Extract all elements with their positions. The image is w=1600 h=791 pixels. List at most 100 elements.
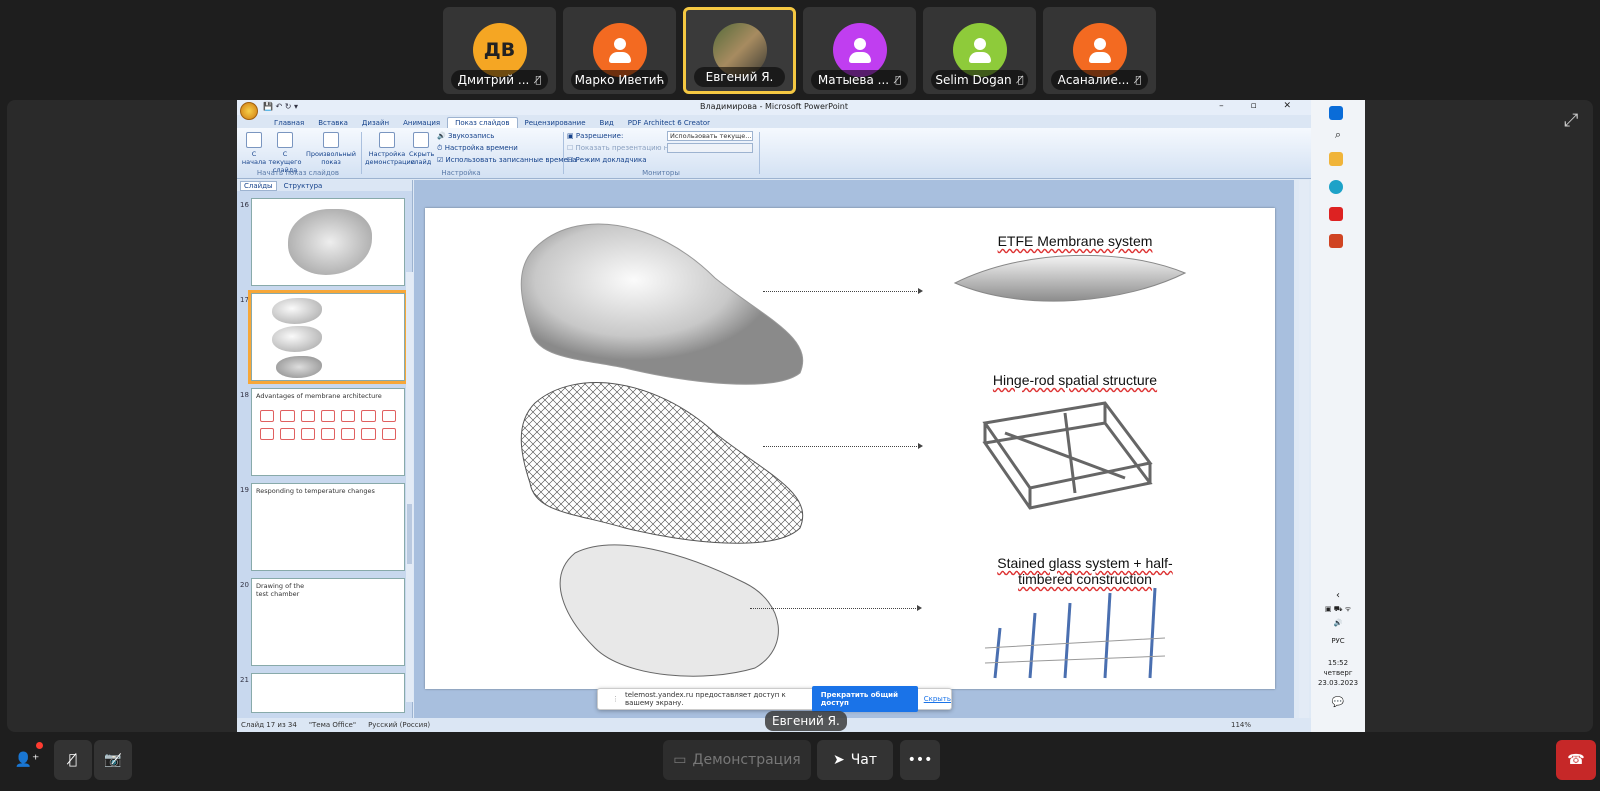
demonstration-button[interactable]: ▭ Демонстрация <box>663 740 811 780</box>
use-timings-checkbox[interactable]: ☑ Использовать записанные времена <box>437 156 577 164</box>
zoom-level[interactable]: 114% <box>1231 721 1251 729</box>
plan-image <box>276 356 322 378</box>
tab-animation[interactable]: Анимация <box>396 118 447 128</box>
clock-date: 23.03.2023 <box>1317 679 1359 687</box>
participant-tile[interactable]: Асаналие... 🎙̸ <box>1043 7 1156 94</box>
participant-tile[interactable]: Матыева ... 🎙̸ <box>803 7 916 94</box>
participant-name: Евгений Я. <box>705 70 774 84</box>
edge-icon[interactable] <box>1329 180 1343 194</box>
slide-scrollbar[interactable] <box>1299 180 1309 718</box>
powerpoint-icon[interactable] <box>1329 234 1343 248</box>
option-label: Использовать записанные времена <box>445 156 577 164</box>
tab-review[interactable]: Рецензирование <box>518 118 593 128</box>
slide-counter: Слайд 17 из 34 <box>241 721 297 729</box>
file-explorer-icon[interactable] <box>1329 152 1343 166</box>
participant-tile[interactable]: Selim Dogan 🎙̸ <box>923 7 1036 94</box>
group-divider <box>563 132 564 174</box>
show-on-label: ☐ Показать презентацию на: <box>567 144 675 152</box>
more-dots-icon: ••• <box>907 752 933 768</box>
group-label-monitors: Мониторы <box>642 169 680 177</box>
add-participant-button[interactable]: 👤⁺ <box>8 740 46 780</box>
mic-off-icon: 🎙̸ <box>1017 74 1024 86</box>
fullscreen-icon[interactable]: ⤢ <box>1564 110 1578 131</box>
tab-insert[interactable]: Вставка <box>311 118 355 128</box>
notifications-icon[interactable]: 💬 <box>1311 697 1365 708</box>
person-icon <box>607 37 633 63</box>
theme-name: "Тема Office" <box>308 721 357 729</box>
timings-option[interactable]: ⏱ Настройка времени <box>437 144 518 153</box>
button-label: Демонстрация <box>692 752 801 768</box>
record-option[interactable]: 🔊 Звукозапись <box>437 132 494 140</box>
shared-powerpoint-window[interactable]: 💾 ↶ ↻ ▾ Владимирова - Microsoft PowerPoi… <box>237 100 1311 732</box>
ribbon-tabs: Главная Вставка Дизайн Анимация Показ сл… <box>237 115 1311 128</box>
tab-view[interactable]: Вид <box>593 118 621 128</box>
slide-thumbnail[interactable] <box>251 198 405 286</box>
thumb-title: Drawing of the test chamber <box>256 582 305 598</box>
acrobat-icon[interactable] <box>1329 207 1343 221</box>
group-label-start: Начать показ слайдов <box>256 169 340 177</box>
panel-scrollbar[interactable] <box>406 272 413 702</box>
drag-handle-icon[interactable]: ⋮ <box>612 695 619 703</box>
avatar <box>832 23 887 77</box>
chevron-up-icon[interactable]: ‹ <box>1311 590 1365 601</box>
icon-grid <box>256 410 400 440</box>
custom-show-button[interactable]: Произвольный показ <box>305 132 357 166</box>
end-call-button[interactable]: ☎ <box>1556 740 1596 780</box>
current-slide[interactable]: ETFE Membrane system Hinge-rod spatial s… <box>425 208 1275 689</box>
slideshow-current-icon <box>277 132 293 148</box>
tab-slideshow[interactable]: Показ слайдов <box>447 117 518 128</box>
participant-name: Марко Иветић <box>574 73 665 87</box>
mic-off-icon: 🎙̸ <box>895 74 902 86</box>
stop-sharing-button[interactable]: Прекратить общий доступ <box>811 686 918 712</box>
input-language[interactable]: РУС <box>1311 637 1365 645</box>
slide-thumbnail-selected[interactable] <box>248 290 408 384</box>
chat-button[interactable]: ➤ Чат <box>817 740 893 780</box>
tray-icons[interactable]: ▣ ⛟ ᯤ <box>1311 605 1365 614</box>
mic-toggle-button[interactable]: 🎙̸ <box>54 740 92 780</box>
button-label: Настройка демонстрации <box>365 150 415 166</box>
tab-design[interactable]: Дизайн <box>355 118 396 128</box>
slide-thumbnail[interactable]: Advantages of membrane architecture <box>251 388 405 476</box>
windows-start-icon[interactable] <box>1329 106 1343 120</box>
tab-pdf-architect[interactable]: PDF Architect 6 Creator <box>621 118 717 128</box>
from-start-button[interactable]: С начала <box>241 132 267 166</box>
tab-slides[interactable]: Слайды <box>240 180 277 191</box>
hide-notice-link[interactable]: Скрыть <box>924 695 951 703</box>
hide-slide-button[interactable]: Скрыть слайд <box>409 132 434 166</box>
window-controls[interactable]: – ▫ ✕ <box>1219 101 1303 111</box>
slide-number: 16 <box>240 201 249 209</box>
resolution-select[interactable]: Использовать текуще... <box>667 131 753 141</box>
volume-icon[interactable]: 🔊 <box>1311 619 1365 627</box>
building-plan-image <box>288 209 372 275</box>
presenter-mode-checkbox[interactable]: ☐ Режим докладчика <box>567 156 647 164</box>
camera-toggle-button[interactable]: 📷̸ <box>94 740 132 780</box>
participant-name: Асаналие... <box>1057 73 1130 87</box>
group-divider <box>759 132 760 174</box>
participant-tile[interactable]: Марко Иветић <box>563 7 676 94</box>
group-label-setup: Настройка <box>441 169 481 177</box>
tab-home[interactable]: Главная <box>267 118 311 128</box>
participant-tile-active[interactable]: Евгений Я. <box>683 7 796 94</box>
participant-tile[interactable]: ДВ Дмитрий ... 🎙̸ <box>443 7 556 94</box>
caption-stained-glass: Stained glass system + half-timbered con… <box>997 555 1173 587</box>
slide-thumbnail[interactable]: Drawing of the test chamber <box>251 578 405 666</box>
mic-off-icon: 🎙̸ <box>68 752 78 768</box>
participant-name: Матыева ... <box>817 73 890 87</box>
slide-thumbnail[interactable] <box>251 673 405 713</box>
windows-taskbar: ⌕ ‹ ▣ ⛟ ᯤ 🔊 РУС 15:52 четверг 23.03.2023… <box>1311 100 1365 732</box>
participant-name-badge: Марко Иветић <box>571 70 668 90</box>
slide-graphics <box>520 223 1187 679</box>
search-icon[interactable]: ⌕ <box>1311 128 1365 142</box>
slide-number: 18 <box>240 391 249 399</box>
mic-off-icon: 🎙̸ <box>535 74 542 86</box>
option-label: Показать презентацию на: <box>575 144 675 152</box>
presenter-name-label: Евгений Я. <box>765 711 847 731</box>
from-current-button[interactable]: С текущего слайда <box>267 132 303 174</box>
tab-outline[interactable]: Структура <box>281 182 326 190</box>
ribbon: С начала С текущего слайда Произвольный … <box>237 128 1311 179</box>
participant-name-badge: Матыева ... 🎙̸ <box>811 70 908 90</box>
setup-show-button[interactable]: Настройка демонстрации <box>365 132 415 166</box>
slide-thumbnail[interactable]: Responding to temperature changes <box>251 483 405 571</box>
more-options-button[interactable]: ••• <box>900 740 940 780</box>
language: Русский (Россия) <box>368 721 431 729</box>
